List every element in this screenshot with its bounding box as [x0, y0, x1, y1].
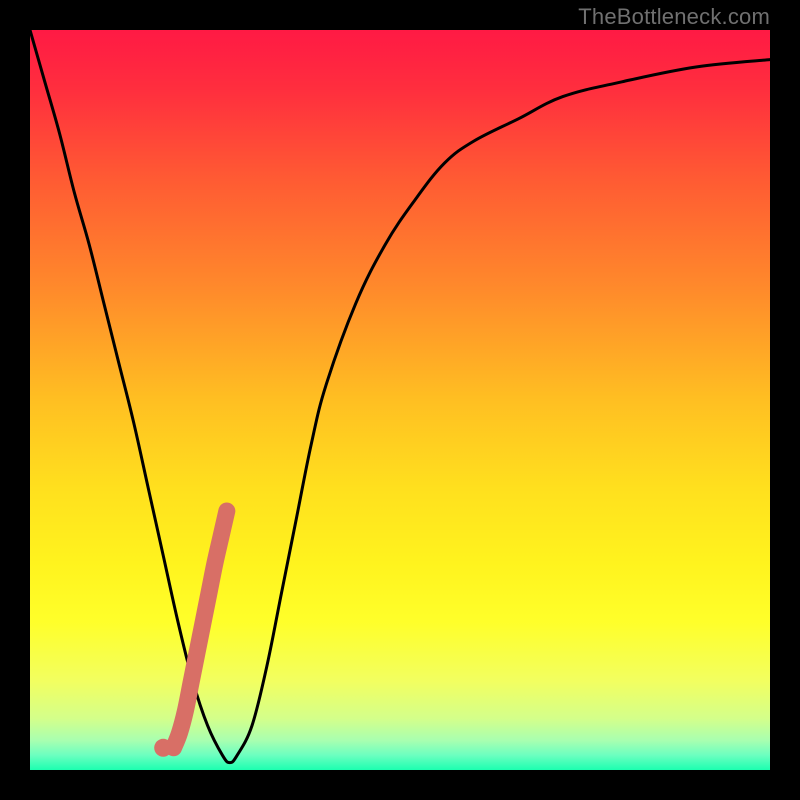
- salmon-highlight: [174, 511, 227, 748]
- curve-layer: [30, 30, 770, 770]
- salmon-dot: [154, 739, 172, 757]
- bottleneck-curve: [30, 30, 770, 763]
- plot-area: [30, 30, 770, 770]
- chart-frame: TheBottleneck.com: [0, 0, 800, 800]
- watermark-text: TheBottleneck.com: [578, 4, 770, 30]
